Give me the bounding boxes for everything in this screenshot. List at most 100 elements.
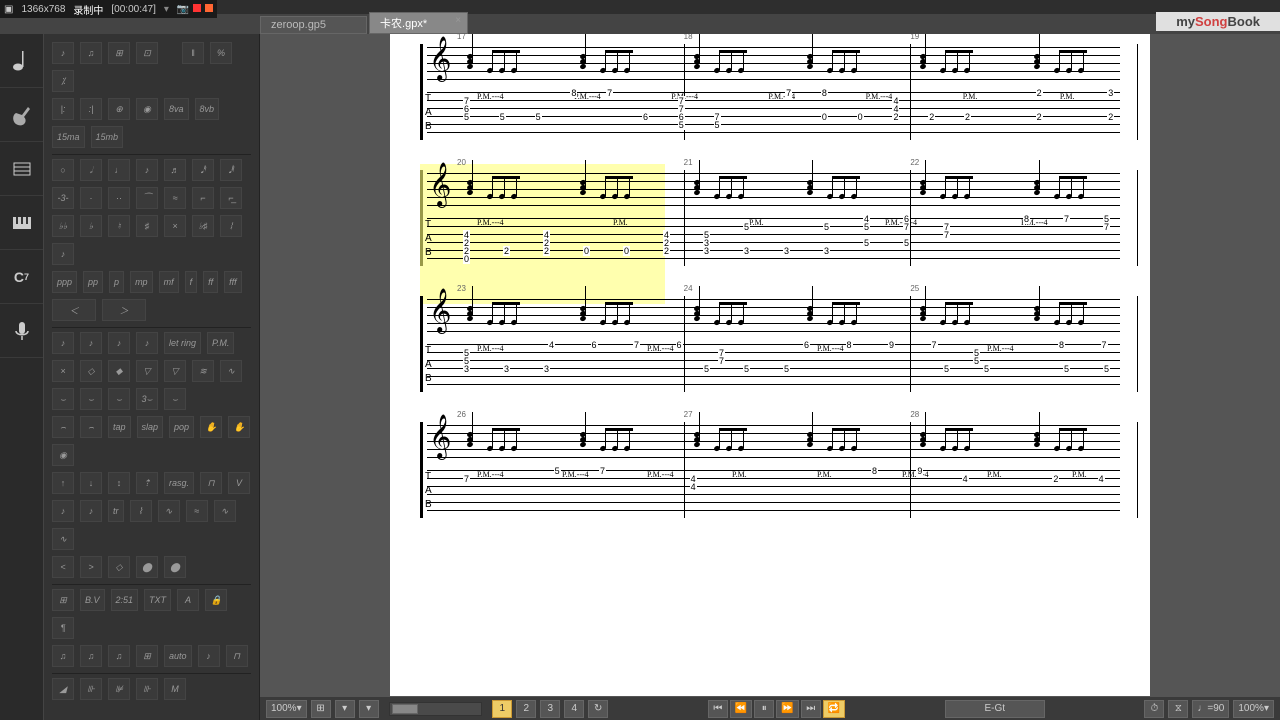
tool-btn[interactable]: ♪ <box>108 332 130 354</box>
tool-btn[interactable]: -3- <box>52 187 74 209</box>
tool-btn[interactable]: ✋ <box>200 416 222 438</box>
tab-fret-number[interactable]: 5 <box>743 364 750 374</box>
palm-mute-btn[interactable]: P.M. <box>207 332 234 354</box>
countdown-icon[interactable]: ⧖ <box>1168 700 1188 718</box>
view-btn[interactable]: ▾ <box>335 700 355 718</box>
tab-zeroop[interactable]: zeroop.gp5 <box>260 16 367 34</box>
tool-btn[interactable]: ⬤ <box>136 556 158 578</box>
notation-staff[interactable]: 𝄞202122P.M.---4P.M.P.M.P.M.-----4P.M.---… <box>427 170 1120 210</box>
tab-fret-number[interactable]: 8 <box>846 340 853 350</box>
ottava-15ma[interactable]: 15ma <box>52 126 85 148</box>
rasg-btn[interactable]: rasg. <box>164 472 194 494</box>
fretboard-button[interactable] <box>0 142 43 196</box>
tool-btn[interactable]: ⌣ <box>80 388 102 410</box>
tool-btn[interactable]: ♫ <box>52 645 74 667</box>
dynamic-f[interactable]: f <box>185 271 198 293</box>
forward-button[interactable]: ⏩ <box>776 700 798 718</box>
sharp-btn[interactable]: × <box>164 215 186 237</box>
tool-btn[interactable]: ⌐̲ <box>220 187 242 209</box>
tool-btn[interactable]: ⊪ <box>136 678 158 700</box>
tab-fret-number[interactable]: 5 <box>823 222 830 232</box>
tab-canon[interactable]: 卡农.gpx* × <box>369 12 468 34</box>
piano-button[interactable] <box>0 196 43 250</box>
tool-btn[interactable]: V <box>228 472 250 494</box>
tab-fret-number[interactable]: 5 <box>973 356 980 366</box>
tool-btn[interactable]: ↕ <box>108 472 130 494</box>
trill-btn[interactable]: tr <box>108 500 124 522</box>
tool-btn[interactable]: ♪ <box>80 500 102 522</box>
notation-staff[interactable]: 𝄞262728P.M.---4P.M.---4P.M.---4P.M.P.M.P… <box>427 422 1120 462</box>
tab-staff[interactable]: TAB5789744244 <box>427 470 1120 518</box>
tool-btn[interactable]: ♫ <box>80 42 102 64</box>
tab-fret-number[interactable]: 5 <box>783 364 790 374</box>
notation-staff[interactable]: 𝄞232425P.M.---4P.M.---4P.M.---4P.M.---4 <box>427 296 1120 336</box>
camera-icon[interactable]: 📷 <box>177 4 189 15</box>
tool-btn[interactable]: |: <box>52 98 74 120</box>
tab-fret-number[interactable]: 5 <box>535 112 542 122</box>
staff-system[interactable]: 𝄞232425P.M.---4P.M.---4P.M.---4P.M.---4T… <box>420 296 1120 392</box>
count-3[interactable]: 3 <box>540 700 560 718</box>
zoom-select-left[interactable]: 100% ▾ <box>266 700 307 718</box>
tab-fret-number[interactable]: 5 <box>714 120 721 130</box>
tool-btn[interactable]: 3⌣ <box>136 388 158 410</box>
tool-btn[interactable]: ↓ <box>80 472 102 494</box>
track-selector[interactable]: E-Gt <box>945 700 1045 718</box>
pause-button[interactable]: ⏸ <box>754 700 774 718</box>
tab-fret-number[interactable]: 2 <box>1107 112 1114 122</box>
dynamic-fff[interactable]: fff <box>224 271 242 293</box>
tab-fret-number[interactable]: 7 <box>463 474 470 484</box>
decrescendo-btn[interactable]: ＞ <box>102 299 146 321</box>
tab-fret-number[interactable]: 5 <box>863 238 870 248</box>
scroll-thumb[interactable] <box>392 704 418 714</box>
tool-btn[interactable]: :| <box>80 98 102 120</box>
bv-btn[interactable]: B.V <box>80 589 105 611</box>
tool-btn[interactable]: ⊪ <box>80 678 102 700</box>
stop-recording-button[interactable] <box>205 4 213 12</box>
tool-btn[interactable]: ♪ <box>136 332 158 354</box>
tool-btn[interactable]: ¶ <box>52 617 74 639</box>
dynamic-ff[interactable]: ff <box>203 271 218 293</box>
tool-btn[interactable]: M <box>164 678 186 700</box>
tool-btn[interactable]: ⌢ <box>80 416 102 438</box>
tool-btn[interactable]: ⊞ <box>108 42 130 64</box>
tool-btn[interactable]: ⌐ <box>192 187 214 209</box>
tool-btn[interactable]: ≈ <box>186 500 208 522</box>
tool-btn[interactable]: ◉ <box>52 444 74 466</box>
tab-fret-number[interactable]: 7 <box>785 88 792 98</box>
tab-fret-number[interactable]: 7 <box>599 466 606 476</box>
tool-btn[interactable]: ⌣ <box>108 388 130 410</box>
notation-staff[interactable]: 𝄞171819P.M.---4P.M.---4P.M.---4P.M.---4P… <box>427 44 1120 84</box>
tap-btn[interactable]: tap <box>108 416 131 438</box>
guitar-mode-button[interactable] <box>0 88 43 142</box>
tab-fret-number[interactable]: 2 <box>928 112 935 122</box>
count-2[interactable]: 2 <box>516 700 536 718</box>
tool-btn[interactable]: ▽ <box>164 360 186 382</box>
note-64th[interactable]: 𝅘𝅥𝅱 <box>220 159 242 181</box>
tool-btn[interactable]: ⊞ <box>136 645 158 667</box>
tab-fret-number[interactable]: 7 <box>633 340 640 350</box>
tool-btn[interactable]: ◇ <box>80 360 102 382</box>
tab-fret-number[interactable]: 5 <box>463 112 470 122</box>
note-16th[interactable]: ♬ <box>164 159 186 181</box>
tab-fret-number[interactable]: 8 <box>1023 214 1030 224</box>
tab-fret-number[interactable]: 8 <box>1058 340 1065 350</box>
tool-btn[interactable]: 🔒 <box>205 589 227 611</box>
tool-btn[interactable]: × <box>52 360 74 382</box>
tool-btn[interactable]: ≈ <box>164 187 186 209</box>
tab-fret-number[interactable]: 7 <box>903 222 910 232</box>
tool-btn[interactable]: < <box>52 556 74 578</box>
tool-btn[interactable]: ≋ <box>192 360 214 382</box>
tab-fret-number[interactable]: 5 <box>863 222 870 232</box>
auto-btn[interactable]: auto <box>164 645 192 667</box>
tab-fret-number[interactable]: 7 <box>1103 222 1110 232</box>
staff-system[interactable]: 𝄞171819P.M.---4P.M.---4P.M.---4P.M.---4P… <box>420 44 1120 140</box>
tab-fret-number[interactable]: 3 <box>823 246 830 256</box>
tab-fret-number[interactable]: 3 <box>783 246 790 256</box>
tool-btn[interactable]: ·· <box>108 187 130 209</box>
tab-fret-number[interactable]: 5 <box>1103 364 1110 374</box>
zoom-select-right[interactable]: 100% ▾ <box>1233 700 1274 718</box>
dynamic-pp[interactable]: pp <box>83 271 103 293</box>
ottava-8vb[interactable]: 8vb <box>195 98 220 120</box>
slap-btn[interactable]: slap <box>137 416 164 438</box>
tool-btn[interactable]: · <box>80 187 102 209</box>
